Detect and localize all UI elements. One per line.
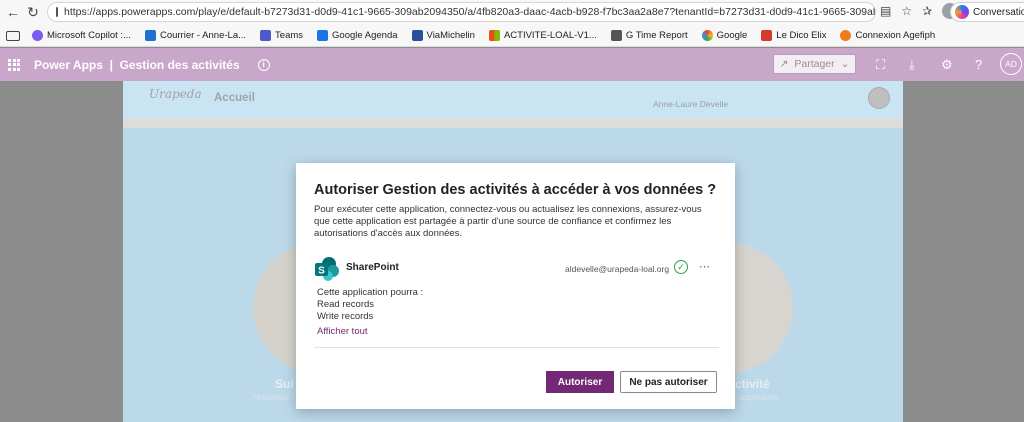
bookmarks-bar: Microsoft Copilot :... Courrier - Anne-L… — [0, 25, 1024, 47]
info-icon[interactable]: i — [257, 58, 270, 71]
site-info-icon[interactable] — [56, 7, 58, 17]
permission-item: Read records — [317, 299, 375, 310]
user-avatar[interactable]: AD — [1000, 53, 1022, 75]
google-icon — [701, 30, 713, 41]
bookmark-item[interactable]: ViaMichelin — [411, 30, 475, 41]
more-options-icon[interactable]: ⋯ — [699, 260, 711, 273]
browser-toolbar: ← ↻ https://apps.powerapps.com/play/e/de… — [0, 0, 1024, 25]
show-all-link[interactable]: Afficher tout — [317, 326, 368, 337]
bookmark-item[interactable]: Courrier - Anne-La... — [144, 30, 246, 41]
app-launcher-icon[interactable] — [8, 58, 20, 71]
app-user-name: Anne-Laure Develle — [653, 99, 729, 109]
address-bar[interactable]: https://apps.powerapps.com/play/e/defaul… — [47, 2, 876, 22]
app-logo: Urapeda — [149, 87, 202, 101]
account-email: aldevelle@urapeda-loal.org — [565, 264, 670, 274]
dialog-title: Autoriser Gestion des activités à accéde… — [314, 182, 717, 198]
allow-button[interactable]: Autoriser — [546, 371, 614, 393]
settings-icon[interactable]: ⚙ — [941, 57, 953, 73]
copilot-icon — [955, 5, 969, 19]
bookmark-item[interactable]: Teams — [260, 30, 303, 41]
time-report-icon — [610, 30, 622, 41]
bookmark-item[interactable]: G Time Report — [610, 30, 688, 41]
share-button[interactable]: ↗ Partager ⌄ — [773, 54, 856, 74]
url-text: https://apps.powerapps.com/play/e/defaul… — [64, 6, 876, 18]
tile-right-subtitle: r application — [735, 393, 779, 402]
dialog-divider — [314, 347, 719, 348]
bookmark-item[interactable]: Google Agenda — [317, 30, 398, 41]
permission-item: Write records — [317, 311, 374, 322]
dico-icon — [761, 30, 773, 41]
share-label: Partager — [794, 58, 835, 70]
office-icon — [488, 30, 500, 41]
agefiph-icon — [840, 30, 852, 41]
refresh-icon[interactable]: ↻ — [22, 1, 44, 23]
svg-text:S: S — [318, 266, 325, 277]
page-title: Accueil — [214, 92, 255, 104]
teams-icon — [260, 30, 272, 41]
fit-to-window-icon[interactable]: ⛶ — [876, 57, 885, 73]
tile-right-title: ctivité — [735, 377, 770, 391]
powerapps-header: Power Apps | Gestion des activités i ↗ P… — [0, 48, 1024, 81]
app-top-bar: Urapeda Accueil Anne-Laure Develle — [123, 81, 903, 118]
help-icon[interactable]: ? — [975, 57, 982, 72]
bookmark-item[interactable]: Google — [701, 30, 747, 41]
deny-button[interactable]: Ne pas autoriser — [620, 371, 717, 393]
copilot-button[interactable]: Conversation — [950, 2, 1024, 22]
copilot-label: Conversation — [973, 6, 1024, 18]
reading-view-icon[interactable]: ▤ — [880, 4, 891, 18]
favorites-icon[interactable]: ✰ — [922, 4, 932, 18]
tab-actions-icon[interactable] — [6, 30, 20, 41]
tile-left-subtitle: Historique — [253, 393, 290, 402]
app-user-avatar — [868, 87, 890, 109]
connected-check-icon: ✓ — [674, 260, 688, 274]
connector-name: SharePoint — [346, 262, 399, 273]
michelin-icon — [411, 30, 423, 41]
dialog-description: Pour exécuter cette application, connect… — [314, 204, 702, 239]
app-divider — [123, 118, 903, 128]
favorite-star-icon[interactable]: ☆ — [901, 4, 912, 18]
outlook-icon — [144, 30, 156, 41]
consent-dialog: Autoriser Gestion des activités à accéde… — [296, 163, 735, 409]
calendar-icon — [317, 30, 329, 41]
back-icon[interactable]: ← — [2, 1, 24, 23]
download-icon[interactable]: ⤓ — [909, 57, 915, 73]
bookmark-item[interactable]: Connexion Agefiph — [840, 30, 935, 41]
bookmark-item[interactable]: Le Dico Elix — [761, 30, 826, 41]
chevron-down-icon: ⌄ — [840, 58, 850, 70]
bookmark-item[interactable]: Microsoft Copilot :... — [32, 30, 131, 41]
permissions-intro: Cette application pourra : — [317, 287, 424, 298]
share-icon: ↗ — [779, 58, 789, 70]
app-title: Power Apps | Gestion des activités — [34, 57, 240, 72]
sharepoint-icon: S — [315, 257, 339, 281]
copilot-bookmark-icon — [32, 30, 43, 41]
bookmark-item[interactable]: ACTIVITE-LOAL-V1... — [488, 30, 597, 41]
tile-left-title: Sui — [275, 377, 294, 391]
